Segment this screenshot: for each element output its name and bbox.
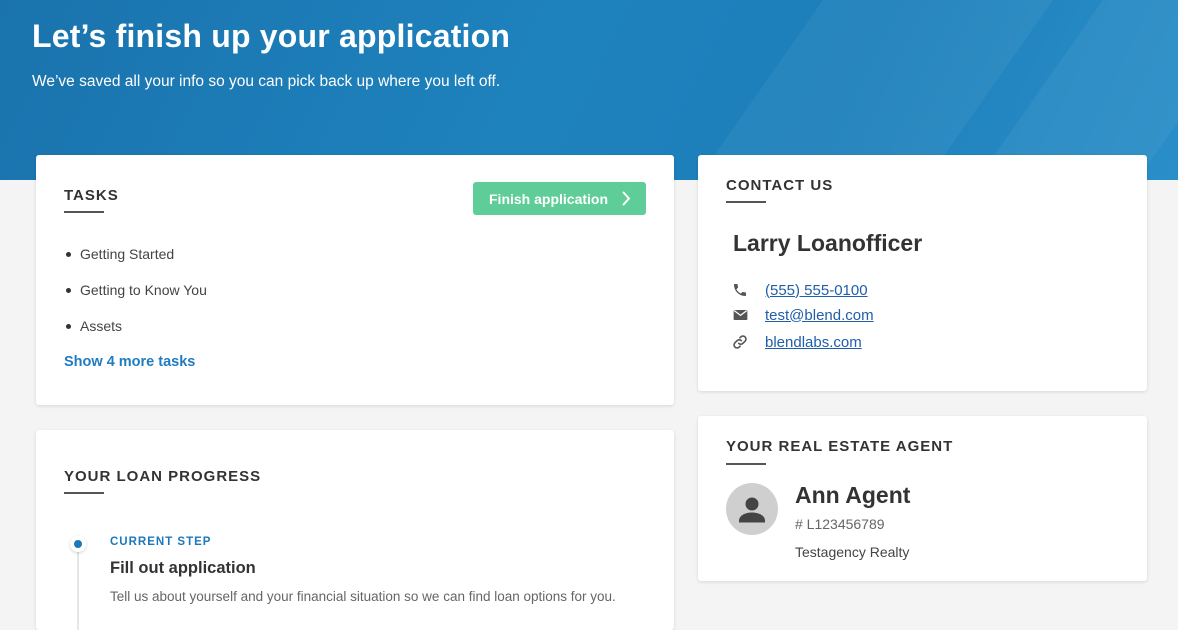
finish-application-button[interactable]: Finish application <box>473 182 646 215</box>
task-list: Getting Started Getting to Know You Asse… <box>64 245 207 353</box>
email-link[interactable]: test@blend.com <box>765 307 874 324</box>
tasks-title: TASKS <box>64 187 119 204</box>
agent-title-underline <box>726 463 766 465</box>
agent-name: Ann Agent <box>795 482 911 508</box>
step-title: Fill out application <box>110 559 256 577</box>
agent-card: YOUR REAL ESTATE AGENT Ann Agent # L1234… <box>698 416 1147 581</box>
loan-progress-card: YOUR LOAN PROGRESS CURRENT STEP Fill out… <box>36 430 674 630</box>
avatar <box>726 483 778 535</box>
current-step-label: CURRENT STEP <box>110 536 212 548</box>
contact-title-underline <box>726 201 766 203</box>
contact-card: CONTACT US Larry Loanofficer (555) 555-0… <box>698 155 1147 391</box>
page-subtitle: We’ve saved all your info so you can pic… <box>32 73 501 90</box>
website-link[interactable]: blendlabs.com <box>765 334 862 351</box>
agent-company: Testagency Realty <box>795 544 910 560</box>
task-item: Assets <box>64 317 207 353</box>
tasks-title-underline <box>64 211 104 213</box>
phone-link[interactable]: (555) 555-0100 <box>765 282 868 299</box>
contact-title: CONTACT US <box>726 177 834 194</box>
chevron-right-icon <box>622 191 630 206</box>
loan-progress-title: YOUR LOAN PROGRESS <box>64 468 262 485</box>
agent-title: YOUR REAL ESTATE AGENT <box>726 438 954 455</box>
link-icon <box>731 333 749 351</box>
tasks-card: TASKS Finish application Getting Started… <box>36 155 674 405</box>
website-row: blendlabs.com <box>731 333 862 351</box>
loan-progress-title-underline <box>64 492 104 494</box>
person-icon <box>739 497 765 523</box>
loan-officer-name: Larry Loanofficer <box>733 230 923 256</box>
show-more-tasks-link[interactable]: Show 4 more tasks <box>64 354 195 370</box>
hero-banner: Let’s finish up your application We’ve s… <box>0 0 1178 180</box>
task-item: Getting to Know You <box>64 281 207 317</box>
finish-application-label: Finish application <box>489 190 609 207</box>
timeline-line <box>77 540 79 630</box>
step-description: Tell us about yourself and your financia… <box>110 589 616 604</box>
mail-icon <box>731 306 749 324</box>
email-row: test@blend.com <box>731 306 874 324</box>
page-title: Let’s finish up your application <box>32 18 511 54</box>
task-item: Getting Started <box>64 245 207 281</box>
agent-license-number: # L123456789 <box>795 516 885 532</box>
phone-icon <box>731 281 749 299</box>
phone-row: (555) 555-0100 <box>731 281 868 299</box>
current-step-dot-icon <box>70 536 86 552</box>
